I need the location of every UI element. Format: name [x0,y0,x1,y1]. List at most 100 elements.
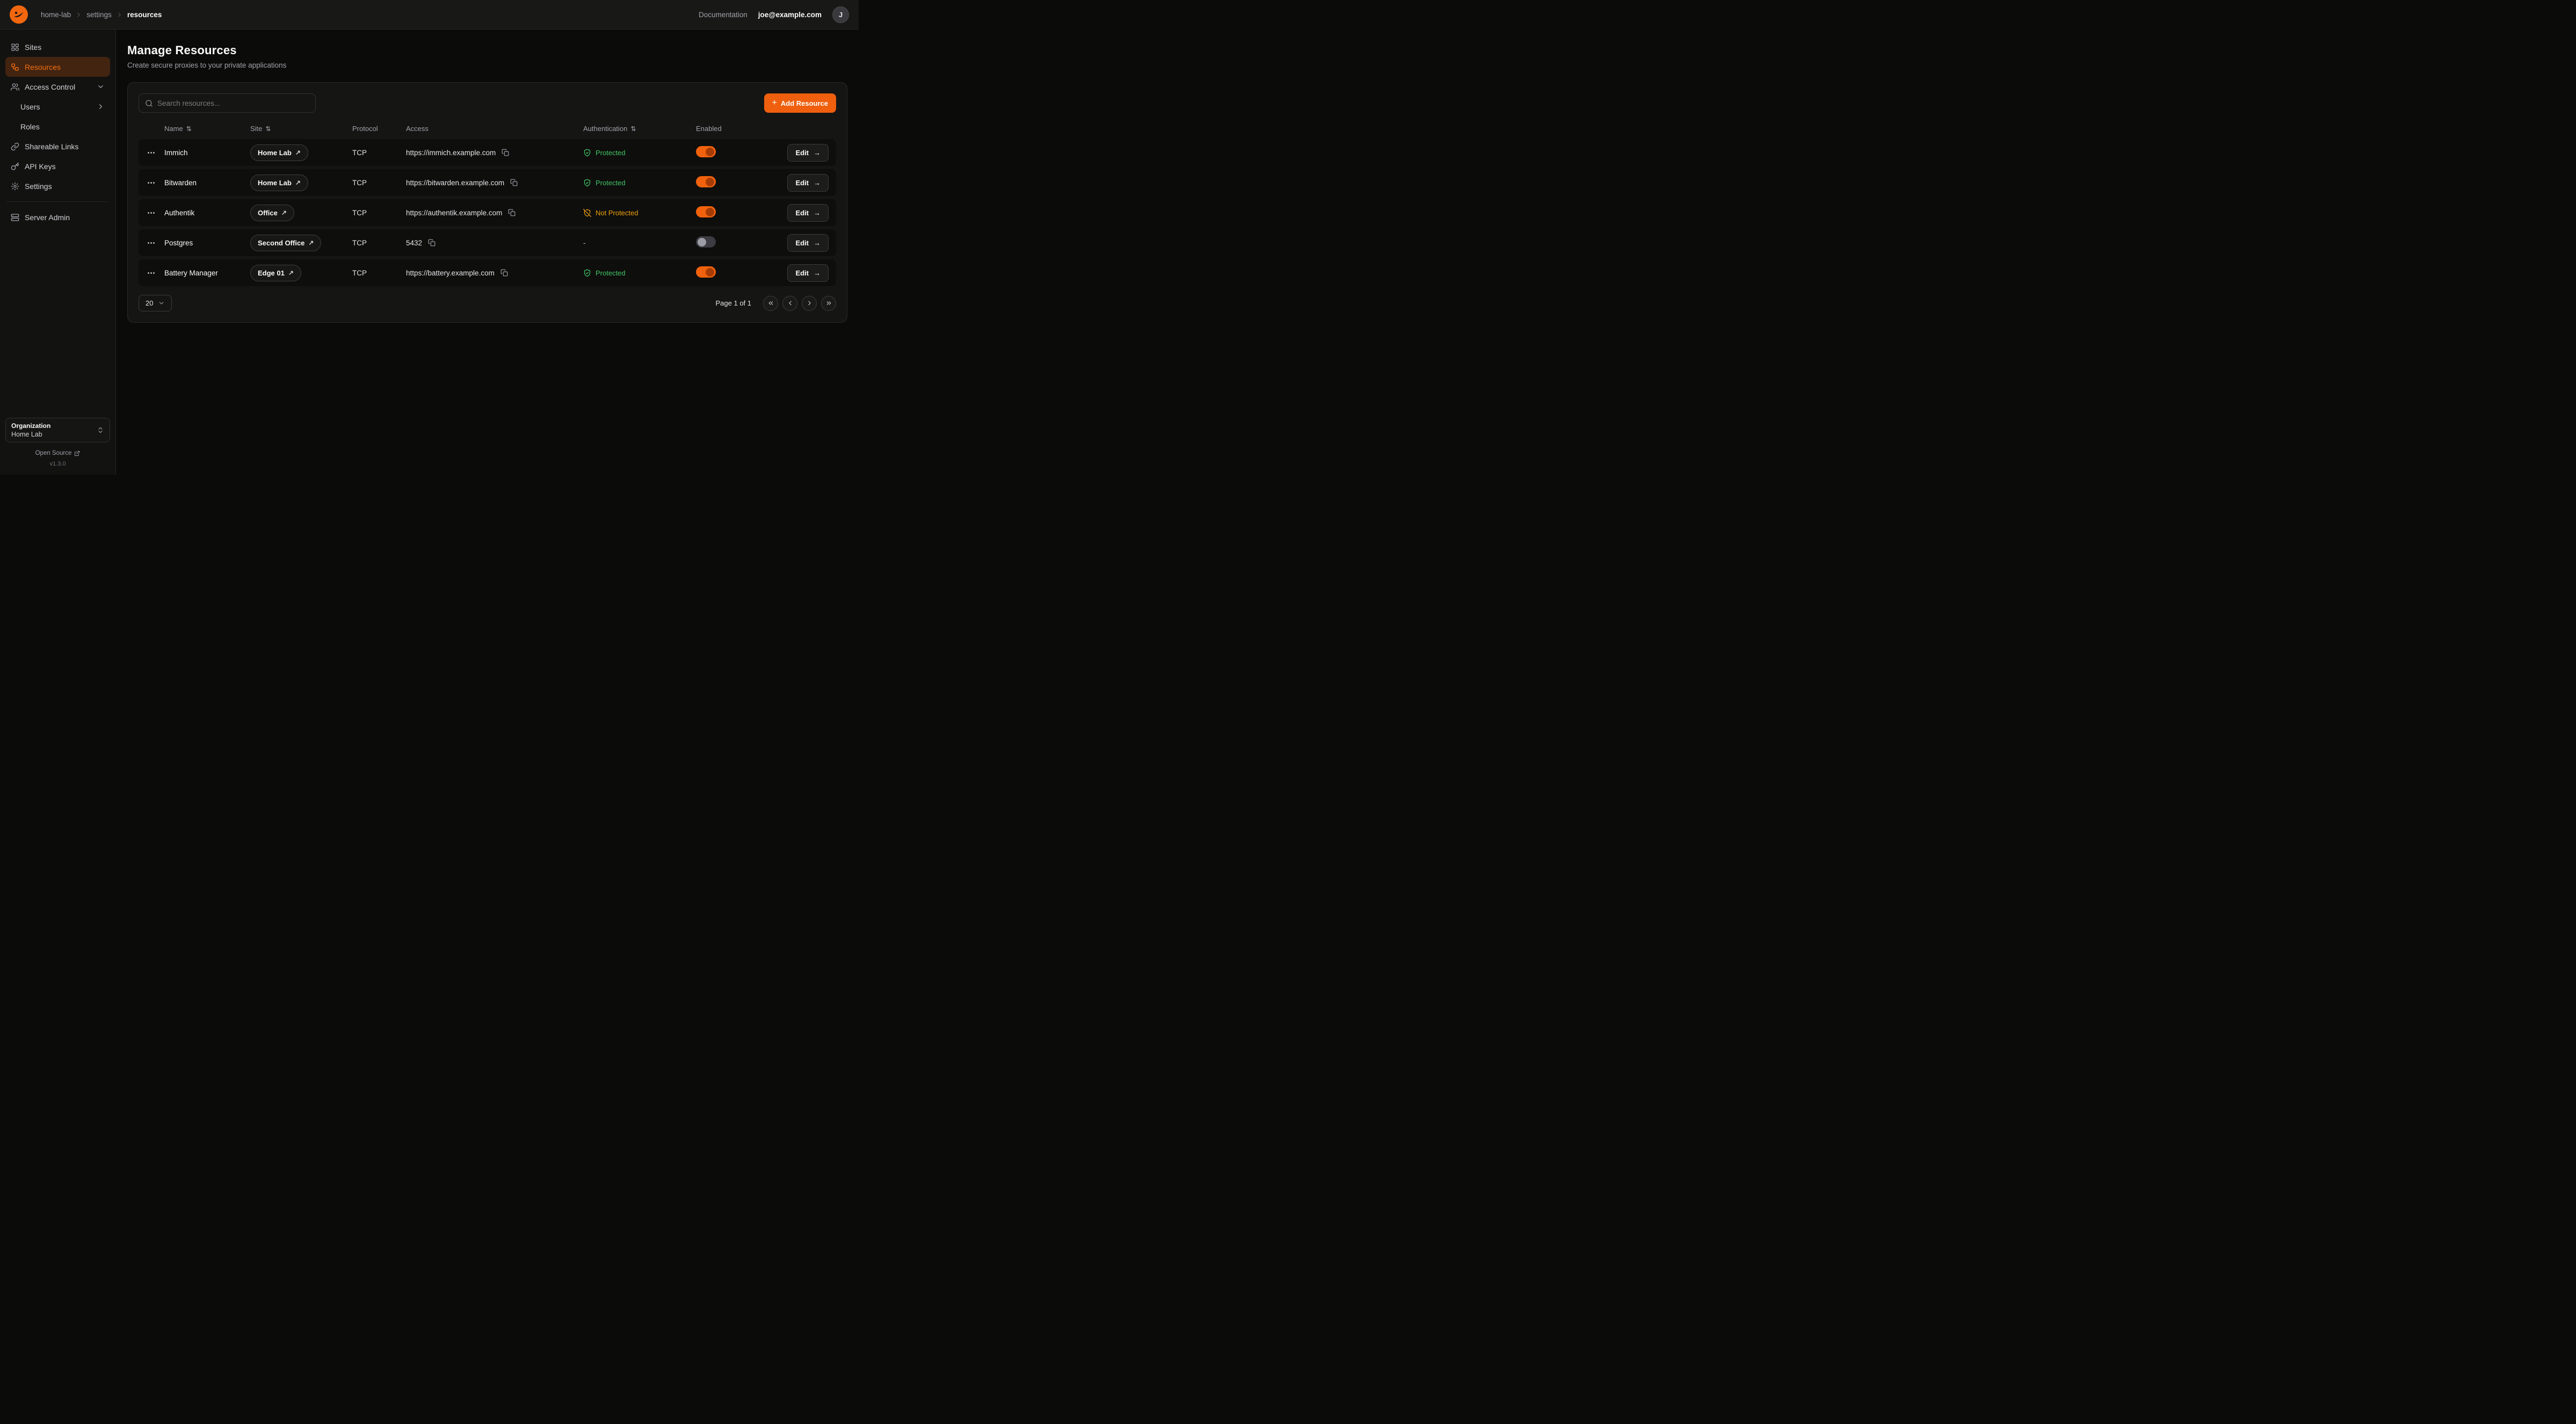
sidebar-item-label: API Keys [25,162,56,171]
ellipsis-icon: ⋯ [147,268,156,278]
card-toolbar: + Add Resource [139,93,836,113]
sidebar-item-roles[interactable]: Roles [5,117,110,136]
enabled-toggle[interactable] [696,206,716,217]
page-size-select[interactable]: 20 [139,295,172,311]
sidebar-item-users[interactable]: Users [5,97,110,117]
page-title: Manage Resources [127,43,847,57]
sidebar: Sites Resources Access Control Users Rol… [0,30,116,475]
site-link[interactable]: Office ↗ [250,205,294,221]
site-link[interactable]: Edge 01 ↗ [250,265,301,281]
auth-cell: - [583,239,696,247]
sidebar-item-label: Sites [25,43,41,52]
access-value: https://immich.example.com [406,149,496,157]
search-icon [145,99,153,107]
sidebar-item-resources[interactable]: Resources [5,57,110,77]
sort-icon: ⇅ [186,125,192,133]
table-body: ⋯ Immich Home Lab ↗ TCP https://immich.e… [139,139,836,286]
access-value: https://authentik.example.com [406,209,502,217]
plus-icon: + [772,99,777,107]
shield-check-icon [583,269,591,277]
first-page-button[interactable] [763,296,778,311]
copy-icon[interactable] [499,268,509,278]
sidebar-item-settings[interactable]: Settings [5,176,110,196]
link-icon [11,142,19,151]
site-link[interactable]: Home Lab ↗ [250,144,308,161]
sidebar-item-label: Shareable Links [25,142,78,151]
row-menu-button[interactable]: ⋯ [139,238,164,248]
ellipsis-icon: ⋯ [147,148,156,157]
organization-name: Home Lab [11,431,50,438]
shield-check-icon [583,179,591,187]
sidebar-item-api-keys[interactable]: API Keys [5,156,110,176]
table-header: Name ⇅ Site ⇅ Protocol Access Authentica… [139,125,836,139]
resource-protocol: TCP [352,209,406,217]
enabled-toggle[interactable] [696,146,716,157]
page-info: Page 1 of 1 [716,299,752,307]
chevron-right-icon [116,11,123,18]
sidebar-item-sites[interactable]: Sites [5,37,110,57]
breadcrumb-settings[interactable]: settings [86,11,112,19]
external-link-icon: ↗ [295,149,301,156]
table-row: ⋯ Authentik Office ↗ TCP https://authent… [139,199,836,226]
chevron-right-icon [75,11,82,18]
breadcrumb-org[interactable]: home-lab [41,11,71,19]
arrow-right-icon: → [814,179,821,187]
add-resource-button[interactable]: + Add Resource [764,93,836,113]
resource-name: Bitwarden [164,179,250,187]
organization-selector[interactable]: Organization Home Lab [5,418,110,442]
sidebar-item-shareable-links[interactable]: Shareable Links [5,136,110,156]
enabled-toggle[interactable] [696,236,716,248]
last-page-button[interactable] [821,296,836,311]
avatar[interactable]: J [832,6,849,23]
edit-button[interactable]: Edit → [787,174,829,192]
resource-protocol: TCP [352,239,406,247]
access-value: 5432 [406,239,422,247]
search-input[interactable] [157,99,309,107]
column-header-name[interactable]: Name ⇅ [164,125,250,133]
row-menu-button[interactable]: ⋯ [139,178,164,187]
user-email[interactable]: joe@example.com [758,11,822,19]
resources-card: + Add Resource Name ⇅ Site ⇅ Protocol [127,82,847,323]
sidebar-item-label: Resources [25,63,61,71]
ellipsis-icon: ⋯ [147,208,156,217]
copy-icon[interactable] [427,238,437,248]
sidebar-item-label: Roles [20,122,40,131]
row-menu-button[interactable]: ⋯ [139,148,164,157]
open-source-link[interactable]: Open Source [5,450,110,456]
sidebar-item-access-control[interactable]: Access Control [5,77,110,97]
edit-button[interactable]: Edit → [787,234,829,252]
table-row: ⋯ Postgres Second Office ↗ TCP 5432 - [139,229,836,256]
edit-button[interactable]: Edit → [787,264,829,282]
enabled-toggle[interactable] [696,266,716,278]
sort-icon: ⇅ [265,125,271,133]
site-link[interactable]: Second Office ↗ [250,235,321,251]
edit-button[interactable]: Edit → [787,204,829,222]
copy-icon[interactable] [500,148,510,157]
column-header-site[interactable]: Site ⇅ [250,125,352,133]
site-link[interactable]: Home Lab ↗ [250,175,308,191]
key-icon [11,162,19,171]
server-icon [11,213,19,222]
copy-icon[interactable] [509,178,519,187]
app-logo-icon[interactable] [10,5,28,24]
enabled-toggle[interactable] [696,176,716,187]
column-header-protocol: Protocol [352,125,406,133]
column-header-authentication[interactable]: Authentication ⇅ [583,125,696,133]
documentation-link[interactable]: Documentation [699,11,748,19]
previous-page-button[interactable] [782,296,797,311]
copy-icon[interactable] [507,208,517,217]
auth-status: Protected [596,179,626,187]
pagination: 20 Page 1 of 1 [139,295,836,311]
breadcrumb-current: resources [127,11,162,19]
edit-button[interactable]: Edit → [787,144,829,162]
users-icon [11,83,19,91]
organization-label: Organization [11,422,50,430]
next-page-button[interactable] [802,296,817,311]
resource-name: Immich [164,149,250,157]
row-menu-button[interactable]: ⋯ [139,268,164,278]
row-menu-button[interactable]: ⋯ [139,208,164,217]
page-subtitle: Create secure proxies to your private ap… [127,61,847,69]
resource-name: Postgres [164,239,250,247]
sidebar-item-server-admin[interactable]: Server Admin [5,207,110,227]
chevron-down-icon [158,300,165,307]
